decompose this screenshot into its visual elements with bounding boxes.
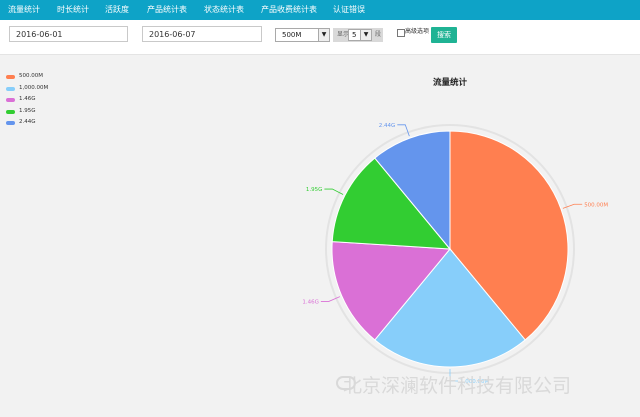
- pie-chart: 500.00M1,000.00M1.46G1.95G2.44G: [302, 123, 608, 385]
- watermark: 北京深澜软件科技有限公司: [343, 375, 572, 397]
- pie-slice-label: 1.46G: [302, 299, 319, 305]
- pie-slice-label: 1.95G: [306, 187, 323, 193]
- pie-slice-label: 2.44G: [379, 123, 396, 129]
- pie-slice-label: 500.00M: [584, 202, 608, 208]
